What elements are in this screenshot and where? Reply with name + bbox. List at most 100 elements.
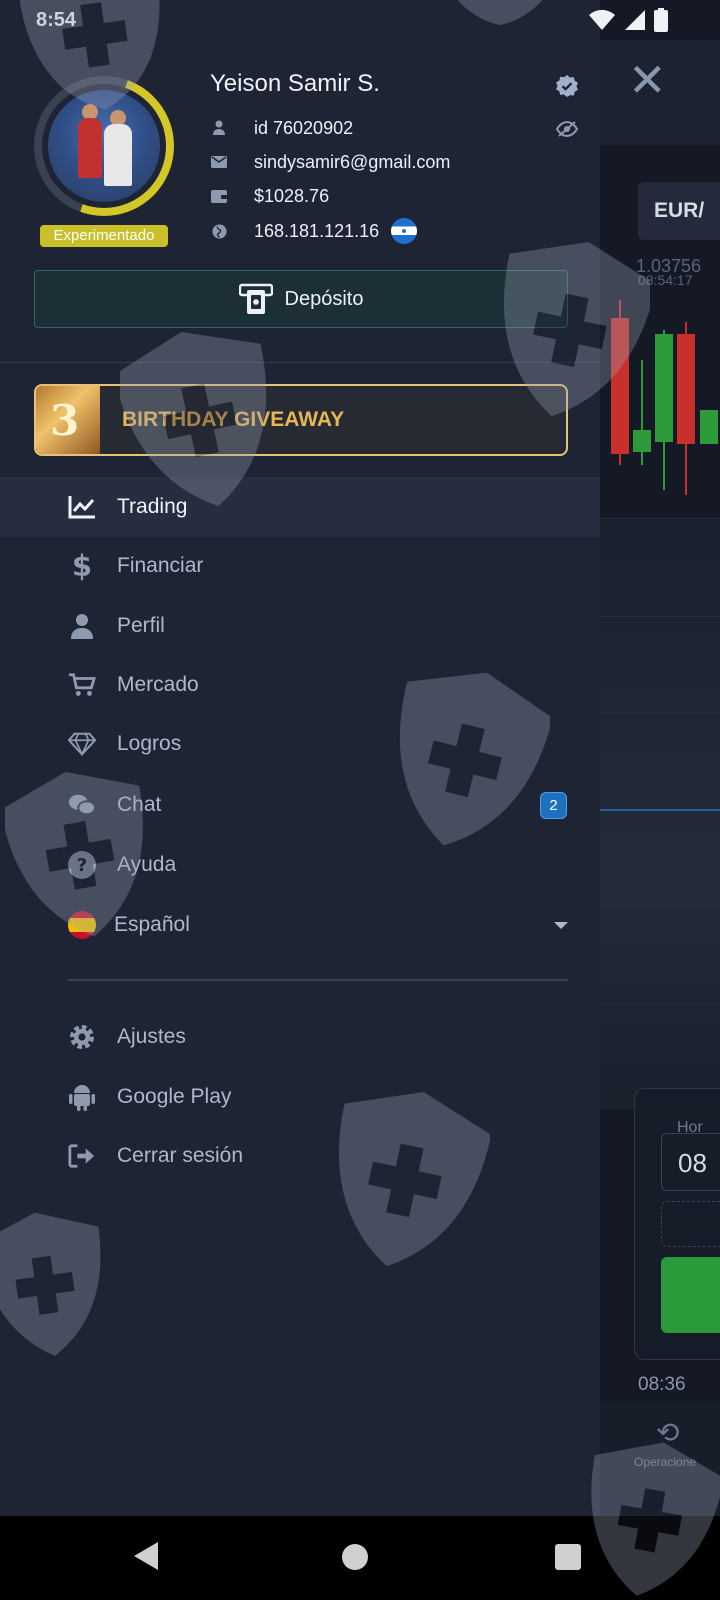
chart-line-icon [68,493,96,521]
price-time: 08:54:17 [638,272,693,288]
operations-label[interactable]: Operacione [634,1455,696,1469]
globe-icon [210,222,228,240]
diamond-icon [68,730,96,758]
grid-line [600,712,720,713]
dollar-icon: $ [71,549,93,583]
menu-item-financiar[interactable]: $ Financiar [0,536,600,596]
menu-item-mercado[interactable]: Mercado [0,655,600,715]
user-icon [210,119,228,137]
home-icon[interactable] [342,1544,368,1570]
candle-body [677,334,695,444]
user-icon [68,612,96,640]
asset-pair-selector[interactable]: EUR/ [638,182,720,240]
chat-unread-badge: 2 [540,791,567,819]
menu-item-logros[interactable]: Logros [0,714,600,774]
user-email-row: sindysamir6@gmail.com [210,149,450,175]
status-bar: 8:54 [0,0,720,40]
candle-body [611,318,629,454]
divider [0,362,600,363]
grid-line [600,906,720,907]
gift-icon [36,386,100,454]
person-body [104,124,132,186]
avatar[interactable] [34,76,174,216]
verified-icon[interactable] [555,74,579,98]
logout-icon [68,1142,96,1170]
user-name: Yeison Samir S. [210,70,380,97]
gear-icon [68,1023,96,1051]
menu-label-ayuda: Ayuda [117,853,177,876]
help-icon: ? [68,851,96,879]
menu-item-language[interactable]: Español [0,895,600,955]
person-body [78,118,102,178]
candle-body [633,430,651,452]
menu-item-ayuda[interactable]: ? Ayuda [0,835,600,895]
menu-item-cerrar-sesion[interactable]: Cerrar sesión [0,1126,600,1186]
menu-label-logros: Logros [117,732,182,755]
chart-background-image [600,520,720,1110]
avatar-photo [48,90,160,202]
menu-item-perfil[interactable]: Perfil [0,596,600,656]
grid-line [600,616,720,617]
expiry-time: 08:36 [638,1374,686,1395]
mail-icon [210,153,228,171]
user-ip: 168.181.121.16 [254,220,380,241]
close-drawer-icon[interactable]: ✕ [628,57,668,103]
trade-panel-card: Hor 08 [634,1088,720,1360]
amount-input[interactable] [661,1201,720,1247]
menu-label-language: Español [114,913,190,936]
user-balance: $1028.76 [254,185,330,206]
side-drawer: Experimentado Yeison Samir S. id 7602090… [0,0,600,1516]
svg-text:?: ? [77,855,87,876]
user-id-row: id 76020902 [210,115,353,141]
deposit-icon [238,283,273,314]
chat-icon [68,791,96,819]
menu-label-financiar: Financiar [117,554,204,577]
menu-label-cerrar-sesion: Cerrar sesión [117,1144,244,1167]
grid-line [600,1004,720,1005]
status-icons [588,8,668,32]
menu-label-ajustes: Ajustes [117,1025,186,1048]
spain-flag-icon [68,911,96,939]
time-input-value: 08 [678,1148,707,1178]
deposit-button[interactable]: Depósito [34,270,568,328]
hide-balance-icon[interactable] [556,120,578,138]
recent-apps-icon[interactable] [555,1544,581,1570]
time-input[interactable]: 08 [661,1133,720,1191]
divider [68,979,568,981]
signal-icon [625,10,645,30]
android-icon [68,1083,96,1111]
trading-background-panel: ✕ EUR/ 1.03756 08:54:17 Hor 08 08:36 ⟲ O… [600,0,720,1516]
user-id: id 76020902 [254,117,354,138]
birthday-giveaway-banner[interactable]: BIRTHDAY GIVEAWAY [34,384,568,456]
user-email: sindysamir6@gmail.com [254,151,451,172]
level-badge: Experimentado [40,225,168,247]
user-balance-row: $1028.76 [210,183,329,209]
menu-item-chat[interactable]: Chat 2 [0,775,600,835]
candle-body [700,410,718,444]
wallet-icon [210,187,228,205]
menu-item-ajustes[interactable]: Ajustes [0,1007,600,1067]
cart-icon [68,671,96,699]
battery-icon [654,8,668,32]
back-icon[interactable] [134,1542,158,1570]
system-nav-bar [0,1516,720,1600]
menu-label-chat: Chat [117,793,162,816]
deposit-label: Depósito [284,287,364,310]
candle-body [655,334,673,442]
history-icon[interactable]: ⟲ [656,1416,679,1449]
candlestick-chart [611,300,718,495]
menu-label-google-play: Google Play [117,1085,232,1108]
menu-item-trading[interactable]: Trading [0,477,600,537]
asset-pair-label: EUR/ [654,199,705,222]
honduras-flag-icon [391,218,418,244]
price-line [600,809,720,811]
status-time: 8:54 [36,9,77,31]
buy-button[interactable] [661,1257,720,1333]
chevron-down-icon [554,921,568,929]
user-ip-row: 168.181.121.16 [210,218,418,244]
wifi-icon [589,9,615,30]
menu-label-mercado: Mercado [117,673,199,696]
menu-item-google-play[interactable]: Google Play [0,1067,600,1127]
menu-label-perfil: Perfil [117,614,165,637]
menu-label-trading: Trading [117,495,188,518]
